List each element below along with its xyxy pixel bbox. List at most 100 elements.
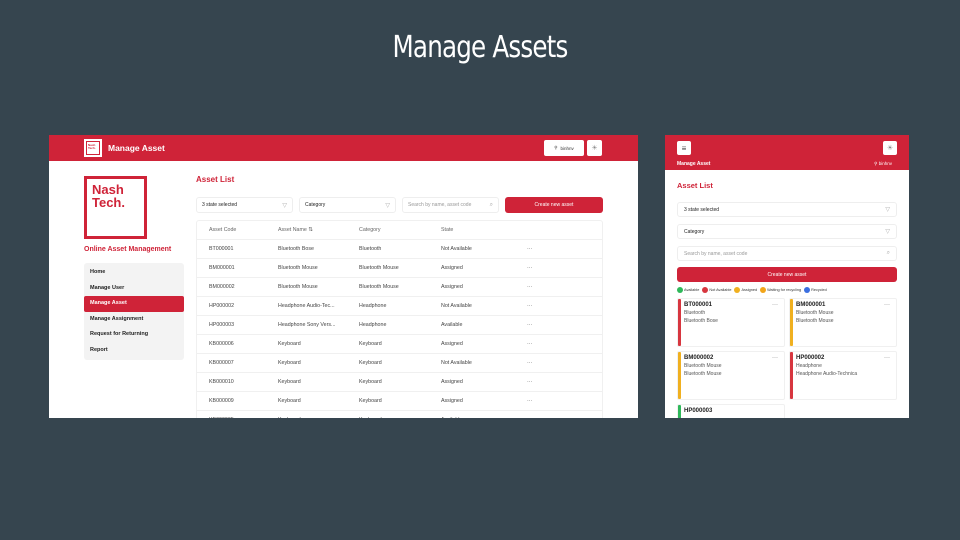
- category-filter[interactable]: Category ▽: [677, 224, 897, 239]
- create-asset-button[interactable]: Create new asset: [505, 197, 603, 213]
- asset-card[interactable]: HP000002 Headphone Headphone Audio-Techn…: [789, 351, 897, 400]
- user-menu-button[interactable]: ⚲ binhnv: [544, 140, 584, 156]
- cell-asset-name: Headphone Audio-Tec...: [278, 303, 335, 309]
- state-color-bar: [678, 405, 681, 418]
- legend-item: Assigned: [734, 287, 757, 293]
- row-actions-button[interactable]: ···: [527, 322, 567, 328]
- hamburger-button[interactable]: ≡: [677, 141, 691, 155]
- card-more-button[interactable]: ···: [772, 355, 778, 361]
- theme-toggle-button[interactable]: ☀: [587, 140, 602, 156]
- sidebar-item-home[interactable]: Home: [84, 265, 184, 281]
- state-filter[interactable]: 3 state selected ▽: [196, 197, 293, 213]
- row-actions-button[interactable]: ···: [527, 417, 567, 418]
- col-asset-name[interactable]: Asset Name ⇅: [278, 227, 359, 233]
- row-actions-button[interactable]: ···: [527, 265, 567, 271]
- card-asset-code: HP000002: [796, 355, 825, 361]
- sidebar: Nash Tech. Online Asset Management Home …: [84, 176, 184, 360]
- sidebar-item-manage-asset[interactable]: Manage Asset: [84, 296, 184, 312]
- col-category[interactable]: Category: [359, 227, 441, 233]
- state-color-bar: [790, 299, 793, 346]
- nashtech-logo: Nash Tech.: [84, 176, 147, 239]
- cell-category: Headphone: [359, 303, 387, 309]
- table-row[interactable]: HP000002 Headphone Audio-Tec... Headphone N…: [197, 297, 602, 316]
- cell-asset-code: HP000002: [209, 303, 235, 309]
- col-state[interactable]: State: [441, 227, 527, 233]
- card-asset-code: BM000001: [796, 302, 826, 308]
- card-category: Headphone: [796, 363, 822, 369]
- category-filter[interactable]: Category ▽: [299, 197, 396, 213]
- sidebar-item-manage-user[interactable]: Manage User: [84, 281, 184, 297]
- card-more-button[interactable]: ···: [772, 302, 778, 308]
- page-title: Asset List: [196, 175, 235, 184]
- row-actions-button[interactable]: ···: [527, 360, 567, 366]
- mobile-header: ≡ ☀ Manage Asset ⚲ binhnv: [665, 135, 909, 170]
- sidebar-item-report[interactable]: Report: [84, 343, 184, 359]
- mobile-view: ≡ ☀ Manage Asset ⚲ binhnv Asset List 3 s…: [665, 135, 909, 418]
- asset-card[interactable]: HP000003: [677, 404, 785, 418]
- cell-asset-name: Keyboard: [278, 398, 301, 404]
- cell-asset-code: BM000001: [209, 265, 235, 271]
- user-menu-button[interactable]: ⚲ binhnv: [874, 161, 892, 167]
- card-more-button[interactable]: ···: [884, 355, 890, 361]
- main-content: Asset List 3 state selected ▽ Category ▽…: [196, 161, 603, 418]
- row-actions-button[interactable]: ···: [527, 246, 567, 252]
- table-row[interactable]: KB000007 Keyboard Keyboard Not Available ···: [197, 354, 602, 373]
- card-more-button[interactable]: ···: [884, 302, 890, 308]
- row-actions-button[interactable]: ···: [527, 303, 567, 309]
- state-color-bar: [678, 299, 681, 346]
- cell-state: Available: [441, 417, 527, 418]
- row-actions-button[interactable]: ···: [527, 379, 567, 385]
- theme-toggle-button[interactable]: ☀: [883, 141, 897, 155]
- asset-card[interactable]: BM000001 Bluetooth Mouse Bluetooth Mouse…: [789, 298, 897, 347]
- user-icon: ⚲: [554, 145, 558, 150]
- create-asset-button[interactable]: Create new asset: [677, 267, 897, 282]
- username: binhnv: [878, 161, 892, 166]
- cell-category: Keyboard: [359, 360, 382, 366]
- cell-category: Keyboard: [359, 417, 441, 418]
- cell-asset-code: BT000001: [209, 246, 234, 252]
- filter-icon: ▽: [282, 202, 287, 209]
- table-row[interactable]: KB000010 Keyboard Keyboard Assigned ···: [197, 373, 602, 392]
- cell-asset-code: KB000007: [209, 360, 234, 366]
- search-icon: ⌕: [886, 250, 890, 256]
- filter-icon: ▽: [885, 229, 890, 235]
- state-filter[interactable]: 3 state selected ▽: [677, 202, 897, 217]
- cell-asset-code: KB000006: [209, 341, 234, 347]
- filter-icon: ▽: [385, 202, 390, 209]
- table-row[interactable]: KB000006 Keyboard Keyboard Assigned ···: [197, 335, 602, 354]
- table-row[interactable]: BM000002 Bluetooth Mouse Bluetooth Mouse As…: [197, 278, 602, 297]
- card-asset-name: Bluetooth Mouse: [796, 318, 834, 324]
- row-actions-button[interactable]: ···: [527, 341, 567, 347]
- cell-state: Assigned: [441, 265, 463, 271]
- col-asset-code[interactable]: Asset Code: [197, 227, 278, 233]
- search-input[interactable]: Search by name, asset code ⌕: [402, 197, 499, 213]
- table-row[interactable]: KB000005KeyboardKeyboardAvailable···: [197, 411, 602, 418]
- sidebar-item-request-returning[interactable]: Request for Returning: [84, 327, 184, 343]
- cell-state: Assigned: [441, 341, 463, 347]
- cell-asset-name: Keyboard: [278, 417, 359, 418]
- row-actions-button[interactable]: ···: [527, 284, 567, 290]
- sidebar-item-manage-assignment[interactable]: Manage Assignment: [84, 312, 184, 328]
- slide-title: Manage Assets: [392, 30, 569, 65]
- table-row[interactable]: BT000001 Bluetooth Bose Bluetooth Not Avail…: [197, 240, 602, 259]
- table-row[interactable]: KB000009 Keyboard Keyboard Assigned ···: [197, 392, 602, 411]
- cell-state: Not Available: [441, 360, 472, 366]
- status-dot-icon: [760, 287, 767, 293]
- asset-card[interactable]: BM000002 Bluetooth Mouse Bluetooth Mouse…: [677, 351, 785, 400]
- card-asset-code: BM000002: [684, 355, 714, 361]
- cell-asset-code: KB000009: [209, 398, 234, 404]
- cell-asset-name: Keyboard: [278, 341, 301, 347]
- row-actions-button[interactable]: ···: [527, 398, 567, 404]
- card-asset-name: Headphone Audio-Technica: [796, 371, 858, 377]
- table-row[interactable]: HP000003 Headphone Sony Vers... Headphone A…: [197, 316, 602, 335]
- table-row[interactable]: BM000001 Bluetooth Mouse Bluetooth Mouse As…: [197, 259, 602, 278]
- filter-icon: ▽: [885, 207, 890, 213]
- asset-card[interactable]: BT000001 Bluetooth Bluetooth Bose ···: [677, 298, 785, 347]
- filter-bar: 3 state selected ▽ Category ▽ Search by …: [196, 197, 603, 213]
- search-input[interactable]: Search by name, asset code ⌕: [677, 246, 897, 261]
- legend-item: Recycled: [804, 287, 827, 293]
- hamburger-icon: ≡: [681, 143, 687, 153]
- asset-table: Asset Code Asset Name ⇅ Category State B…: [196, 220, 603, 418]
- nashtech-logo-small[interactable]: Nash Tech.: [84, 139, 102, 157]
- cell-category: Bluetooth: [359, 246, 382, 252]
